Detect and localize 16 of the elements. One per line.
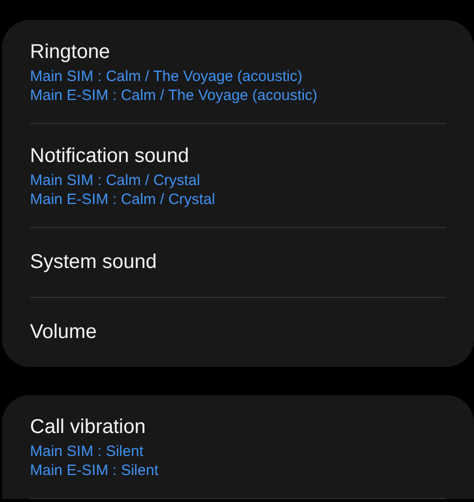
settings-item[interactable]: System sound	[2, 228, 474, 297]
item-detail: Main SIM : Calm / The Voyage (acoustic)	[30, 66, 304, 86]
settings-item[interactable]: Ringtone Main SIM : Calm / The Voyage (acoustic) Main E-SIM : Calm / The Voyage (acoustic)	[2, 20, 474, 123]
item-detail: Main SIM : Calm / Crystal	[30, 170, 202, 190]
settings-item[interactable]: Call vibration Main SIM : Silent Main E-SIM : Silent	[2, 395, 474, 498]
item-title: System sound	[30, 250, 158, 274]
item-title: Ringtone	[30, 40, 112, 64]
item-detail: Main E-SIM : Silent	[30, 460, 160, 480]
item-title: Volume	[30, 320, 98, 344]
item-title: Notification sound	[30, 144, 190, 168]
item-detail: Main E-SIM : Calm / Crystal	[30, 190, 216, 208]
item-title: Call vibration	[30, 414, 147, 440]
item-detail: Main SIM : Silent	[30, 442, 144, 460]
item-detail: Main E-SIM : Calm / The Voyage (acoustic)	[30, 86, 318, 104]
settings-item[interactable]: Volume	[2, 298, 474, 367]
settings-item[interactable]: Notification sound Main SIM : Calm / Crystal Main E-SIM : Calm / Crystal	[2, 124, 474, 227]
